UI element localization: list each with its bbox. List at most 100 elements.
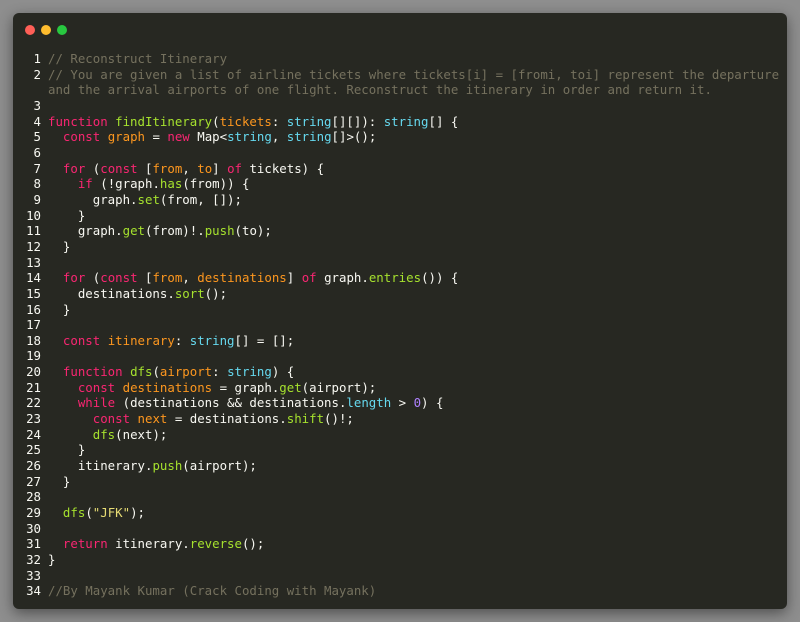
code-line: 6 bbox=[13, 145, 787, 161]
code-line: 22 while (destinations && destinations.l… bbox=[13, 395, 787, 411]
line-number: 5 bbox=[33, 129, 41, 145]
line-code: //By Mayank Kumar (Crack Coding with May… bbox=[48, 583, 376, 599]
line-code: for (const [from, destinations] of graph… bbox=[48, 270, 458, 286]
line-number: 11 bbox=[26, 223, 41, 239]
code-line: 23 const next = destinations.shift()!; bbox=[13, 411, 787, 427]
code-token: for bbox=[62, 160, 93, 176]
code-line: 1 // Reconstruct Itinerary bbox=[13, 51, 787, 67]
code-token: , bbox=[271, 129, 287, 145]
code-editor[interactable]: 1 // Reconstruct Itinerary 2 // You are giv… bbox=[13, 51, 787, 599]
code-line: 8 if (!graph.has(from)) { bbox=[13, 176, 787, 192]
code-token: ] bbox=[286, 270, 302, 286]
code-token: } bbox=[48, 207, 86, 223]
code-line: 18 const itinerary: string[] = []; bbox=[13, 333, 787, 349]
code-line: 25 } bbox=[13, 442, 787, 458]
minimize-button[interactable] bbox=[41, 25, 51, 35]
code-token: const bbox=[100, 160, 145, 176]
code-token: // Reconstruct Itinerary bbox=[48, 51, 228, 66]
line-code: graph.get(from)!.push(to); bbox=[48, 223, 272, 239]
line-number: 20 bbox=[26, 364, 41, 380]
code-token: tickets) { bbox=[249, 160, 325, 176]
code-token: dfs bbox=[92, 426, 116, 442]
line-number: 26 bbox=[26, 458, 41, 474]
code-token: shift bbox=[286, 411, 325, 427]
code-token: (from, []); bbox=[159, 191, 242, 207]
code-token: from bbox=[152, 270, 183, 286]
code-token: : bbox=[271, 113, 287, 129]
code-token: ()!; bbox=[324, 411, 354, 427]
code-token: (from)) { bbox=[182, 176, 250, 192]
line-code: function findItinerary(tickets: string[]… bbox=[48, 114, 458, 130]
code-token: dfs bbox=[62, 505, 86, 521]
code-line: 12 } bbox=[13, 239, 787, 255]
line-code: for (const [from, to] of tickets) { bbox=[48, 161, 324, 177]
line-number: 6 bbox=[33, 144, 41, 160]
code-token: for bbox=[62, 270, 93, 286]
code-token: //By Mayank Kumar (Crack Coding with May… bbox=[48, 583, 377, 599]
line-code: } bbox=[48, 208, 85, 224]
code-token: function bbox=[62, 364, 131, 380]
code-token: : bbox=[212, 364, 228, 380]
code-token: } bbox=[48, 442, 86, 458]
code-token: of bbox=[227, 160, 250, 176]
code-token: set bbox=[137, 191, 160, 207]
code-line: 13 bbox=[13, 255, 787, 271]
code-token: push bbox=[204, 223, 235, 239]
code-token: (from)!. bbox=[145, 223, 205, 239]
code-line: 26 itinerary.push(airport); bbox=[13, 458, 787, 474]
code-line: 31 return itinerary.reverse(); bbox=[13, 536, 787, 552]
code-token: const bbox=[62, 129, 108, 145]
line-code: return itinerary.reverse(); bbox=[48, 536, 264, 552]
code-token: itinerary bbox=[107, 332, 175, 348]
line-code: while (destinations && destinations.leng… bbox=[48, 395, 444, 411]
code-line: 11 graph.get(from)!.push(to); bbox=[13, 223, 787, 239]
line-number: 23 bbox=[26, 411, 41, 427]
code-token: function bbox=[48, 113, 116, 129]
code-token: > bbox=[391, 395, 414, 411]
code-token: from bbox=[152, 160, 183, 176]
code-token: string bbox=[286, 129, 332, 145]
line-number: 3 bbox=[33, 97, 41, 113]
line-number: 27 bbox=[26, 473, 41, 489]
code-line: 15 destinations.sort(); bbox=[13, 286, 787, 302]
line-code: // Reconstruct Itinerary bbox=[48, 51, 227, 67]
code-line: 30 bbox=[13, 521, 787, 537]
line-number: 17 bbox=[26, 317, 41, 333]
code-line: 14 for (const [from, destinations] of gr… bbox=[13, 270, 787, 286]
code-token: } bbox=[48, 301, 71, 317]
code-window: 1 // Reconstruct Itinerary 2 // You are giv… bbox=[13, 13, 787, 609]
code-token: (destinations && destinations. bbox=[122, 395, 347, 411]
code-token: ()) { bbox=[421, 270, 459, 286]
line-number: 28 bbox=[26, 489, 41, 505]
code-token: string bbox=[227, 364, 272, 380]
code-token: push bbox=[152, 458, 183, 474]
code-token: graph. bbox=[48, 191, 138, 207]
code-token: const bbox=[62, 332, 108, 348]
line-number: 13 bbox=[26, 254, 41, 270]
code-token: reverse bbox=[189, 536, 242, 552]
code-token: destinations bbox=[197, 270, 287, 286]
line-number: 34 bbox=[26, 583, 41, 599]
code-token: new bbox=[167, 129, 198, 145]
code-token: (to); bbox=[234, 223, 272, 239]
maximize-button[interactable] bbox=[57, 25, 67, 35]
code-token: , bbox=[182, 270, 198, 286]
line-number: 1 bbox=[33, 51, 41, 66]
line-code: itinerary.push(airport); bbox=[48, 458, 257, 474]
code-token: get bbox=[122, 223, 145, 239]
line-number: 22 bbox=[26, 395, 41, 411]
code-token: const bbox=[92, 411, 138, 427]
close-button[interactable] bbox=[25, 25, 35, 35]
code-token: []>(); bbox=[331, 129, 377, 145]
code-line: 24 dfs(next); bbox=[13, 427, 787, 443]
line-code: } bbox=[48, 442, 85, 458]
code-token: entries bbox=[368, 270, 422, 286]
line-code: const graph = new Map<string, string[]>(… bbox=[48, 129, 376, 145]
code-token: = bbox=[145, 129, 168, 145]
